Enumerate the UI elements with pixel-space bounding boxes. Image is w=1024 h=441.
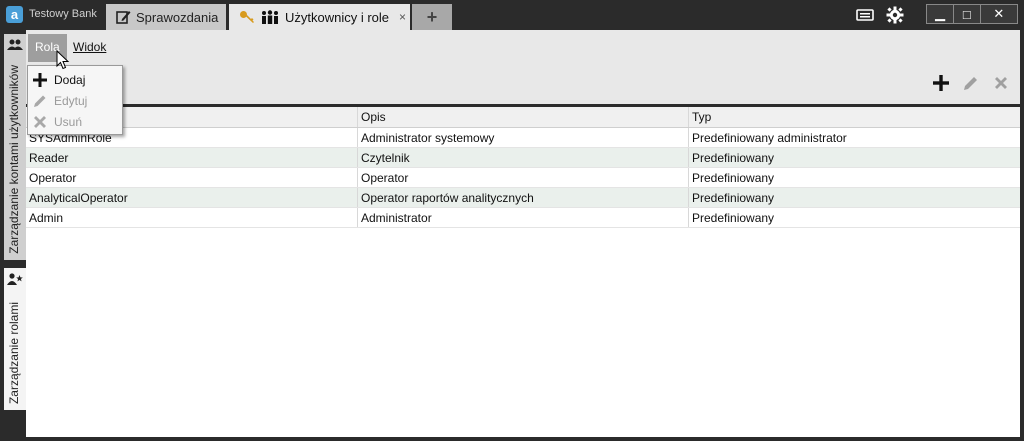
menu-item-edytuj[interactable]: Edytuj [28,90,122,111]
mouse-cursor-icon [56,50,70,70]
plus-icon [33,72,47,87]
menu-widok[interactable]: Widok [66,34,113,62]
table-header: Opis Typ [26,107,1020,128]
table-row[interactable]: AnalyticalOperator Operator raportów ana… [26,188,1020,208]
cell-opis: Administrator systemowy [358,128,689,147]
tab-close-icon[interactable]: × [399,10,406,24]
gear-icon[interactable] [886,6,904,24]
table-row[interactable]: SYSAdminRole Administrator systemowy Pre… [26,128,1020,148]
rola-dropdown-menu: Dodaj Edytuj Usuń [27,65,123,135]
cell-name: AnalyticalOperator [26,188,358,207]
table-row[interactable]: Operator Operator Predefiniowany [26,168,1020,188]
cell-opis: Administrator [358,208,689,227]
cell-typ: Predefiniowany [692,171,775,185]
plus-icon: + [426,6,438,27]
edit-icon [116,11,131,24]
menu-bar: Rola Widok [26,30,1020,62]
tab-reports-label: Sprawozdania [136,9,219,25]
cell-opis: Czytelnik [358,148,689,167]
users-icon [7,39,23,50]
menu-item-edytuj-label: Edytuj [54,93,88,108]
side-tab-user-accounts[interactable]: Zarządzanie kontami użytkowników [4,34,26,260]
user-star-icon [7,273,23,285]
menu-item-dodaj[interactable]: Dodaj [28,69,122,90]
minimize-button[interactable]: ▁ [927,5,953,23]
cell-name: Operator [26,168,358,187]
toolbar [932,74,1010,92]
pencil-icon [34,95,46,107]
users-group-icon [262,10,278,24]
app-logo: a [6,6,23,23]
cell-name: Reader [26,148,358,167]
main-panel: Rola Widok Opis Typ SYSAdminRole Adminis… [26,30,1020,437]
keyboard-icon[interactable] [856,6,874,24]
key-icon [240,11,254,23]
system-icons [856,6,904,24]
cell-name: Admin [26,208,358,227]
cell-opis: Operator [358,168,689,187]
cell-typ: Predefiniowany [692,191,775,205]
table-row[interactable]: Reader Czytelnik Predefiniowany [26,148,1020,168]
maximize-button[interactable]: □ [952,5,980,23]
add-icon[interactable] [932,74,950,92]
cell-typ: Predefiniowany [692,151,775,165]
pencil-icon[interactable] [962,74,980,92]
column-header-typ[interactable]: Typ [689,107,1020,127]
column-header-opis[interactable]: Opis [358,107,689,127]
menu-item-usun-label: Usuń [54,114,83,129]
window-controls: ▁ □ ✕ [926,4,1018,24]
app-title: Testowy Bank [29,8,97,20]
delete-icon[interactable] [992,74,1010,92]
new-tab-button[interactable]: + [412,4,452,30]
tab-reports[interactable]: Sprawozdania [106,4,226,30]
cell-typ: Predefiniowany [692,211,775,225]
tab-users-roles[interactable]: Użytkownicy i role × [229,4,410,30]
side-tab-role-management-label: Zarządzanie rolami [7,301,21,404]
tab-users-roles-label: Użytkownicy i role [285,9,390,25]
title-bar: a Testowy Bank Sprawozdania Użytkownicy … [0,0,1024,30]
cell-opis: Operator raportów analitycznych [358,188,689,207]
menu-item-usun[interactable]: Usuń [28,111,122,132]
cell-typ: Predefiniowany administrator [692,131,847,145]
close-window-button[interactable]: ✕ [979,5,1017,23]
side-tab-user-accounts-label: Zarządzanie kontami użytkowników [7,65,21,254]
side-tab-role-management[interactable]: Zarządzanie rolami [4,268,26,410]
roles-table: Opis Typ SYSAdminRole Administrator syst… [26,104,1020,437]
table-row[interactable]: Admin Administrator Predefiniowany [26,208,1020,228]
x-icon [34,115,46,128]
menu-item-dodaj-label: Dodaj [54,72,86,87]
